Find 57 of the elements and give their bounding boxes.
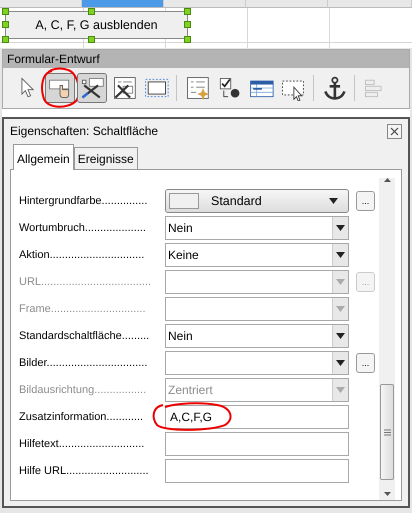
scroll-up-icon (384, 178, 390, 182)
selection-handle[interactable] (88, 8, 95, 15)
tab[interactable]: Allgemein (13, 144, 74, 170)
scrollbar-thumb[interactable] (380, 384, 394, 480)
design-mode-icon (79, 75, 105, 101)
form-properties-icon (184, 75, 210, 101)
tab[interactable]: Ereignisse (74, 147, 138, 169)
wizard-icon (111, 75, 137, 101)
property-label: Hintergrundfarbe............... (19, 194, 148, 209)
toolbar-button[interactable] (77, 73, 107, 103)
input-field[interactable]: A,C,F,G (165, 405, 349, 429)
column-header[interactable] (246, 0, 328, 8)
dropdown-field[interactable]: Nein (165, 216, 349, 240)
dropdown-arrow-icon (336, 333, 345, 339)
property-label: Bilder................................. (19, 356, 148, 371)
input-field[interactable] (165, 459, 349, 483)
column-header[interactable] (164, 0, 246, 8)
more-button[interactable]: ... (356, 353, 375, 373)
property-label: Aktion............................... (19, 248, 146, 263)
dropdown-arrow-icon (336, 279, 345, 285)
dialog-title: Eigenschaften: Schaltfläche (10, 123, 158, 140)
color-dropdown[interactable]: Standard (165, 189, 349, 213)
scroll-down-icon (384, 492, 390, 496)
color-swatch-icon (169, 193, 199, 209)
toolbar-button[interactable] (45, 73, 75, 103)
property-label: URL.................................... (19, 274, 152, 290)
property-label: Hilfe URL........................... (19, 464, 150, 479)
column-header[interactable] (0, 0, 82, 8)
dropdown-arrow-icon (336, 306, 345, 312)
selection-handle[interactable] (184, 36, 191, 43)
dropdown-field[interactable]: Keine (165, 243, 349, 267)
sheet-button[interactable]: A, C, F, G ausblenden (5, 11, 188, 39)
column-header[interactable] (328, 0, 412, 8)
dropdown-arrow-icon (336, 387, 345, 393)
dropdown-arrow-icon (336, 225, 345, 231)
column-header[interactable] (82, 0, 164, 8)
close-icon (390, 126, 399, 136)
grip-icon (384, 428, 390, 436)
dropdown-arrow-icon (336, 252, 345, 258)
property-label: Wortumbruch.................... (19, 220, 147, 236)
property-label: Zusatzinformation............ (19, 410, 144, 425)
input-field[interactable] (165, 432, 349, 456)
dropdown-arrow-icon (329, 198, 338, 204)
dropdown-field[interactable] (165, 351, 349, 375)
selection-handle[interactable] (2, 36, 9, 43)
property-label: Bildausrichtung................. (19, 382, 148, 398)
scrollbar[interactable] (379, 178, 395, 500)
close-button[interactable] (387, 124, 402, 138)
toolbar-title: Formular-Entwurf (3, 50, 409, 68)
selection-handle[interactable] (88, 36, 95, 43)
dropdown-arrow-icon (336, 360, 345, 366)
dropdown-field: Zentriert (165, 378, 349, 402)
property-label: Hilfetext............................ (19, 436, 146, 452)
dropdown-field[interactable]: Nein (165, 324, 349, 348)
property-label: Standardschaltfläche......... (19, 328, 150, 344)
property-label: Frame............................... (19, 302, 147, 317)
more-button[interactable]: ... (356, 191, 375, 211)
